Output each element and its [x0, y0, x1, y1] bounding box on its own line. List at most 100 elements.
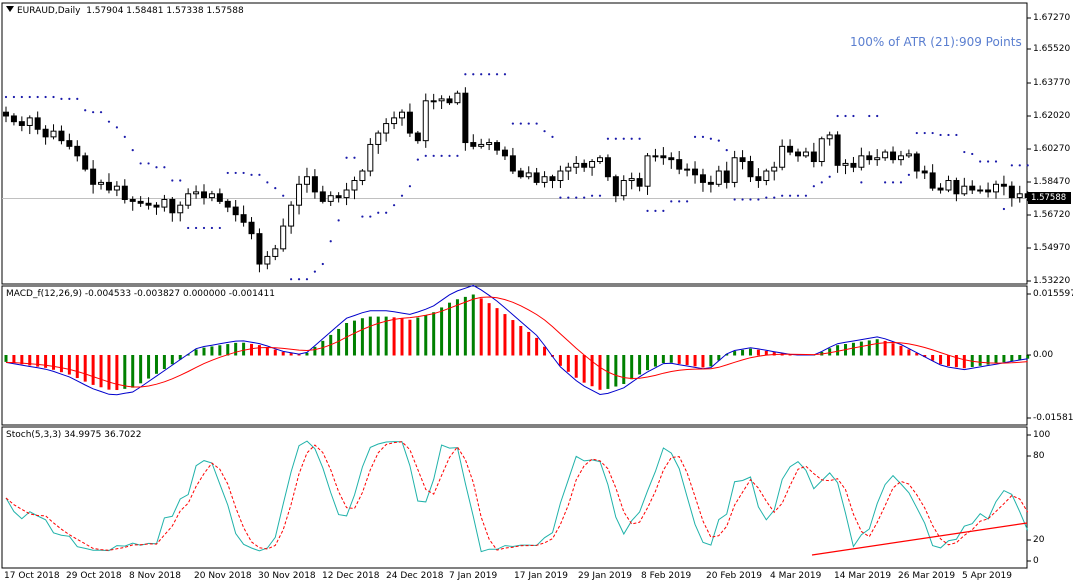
candle-body [961, 185, 968, 195]
sar-dot [630, 137, 633, 140]
sar-dot [202, 226, 206, 230]
macd-label: MACD_f(12,26,9) -0.004533 -0.003827 0.00… [6, 289, 275, 299]
sar-dot [139, 162, 142, 165]
price-tick: 1.54970 [1033, 243, 1071, 253]
candle-body [58, 130, 65, 142]
sar-dot [741, 198, 744, 201]
macd-tick: 0.00 [1033, 350, 1054, 360]
candle-body [771, 166, 778, 172]
sar-dot [884, 181, 887, 184]
sar-dot [250, 173, 253, 176]
candle-body [723, 170, 730, 183]
sar-dot [947, 133, 950, 137]
date-tick: 12 Dec 2018 [322, 571, 380, 581]
sar-dot [812, 185, 815, 188]
sar-dot [377, 211, 380, 214]
candle-body [985, 189, 992, 193]
candle-body [810, 151, 817, 163]
candle-body [676, 159, 683, 170]
sar-dot [781, 194, 784, 197]
candle-body [3, 111, 9, 117]
candle-body [391, 117, 398, 125]
candle-body [509, 155, 516, 172]
candle-body [834, 134, 841, 166]
candle-body [10, 115, 17, 123]
candle-body [628, 178, 635, 182]
candle-body [288, 204, 295, 227]
sar-dot [4, 95, 8, 99]
symbol-label: EURAUD,Daily [17, 6, 81, 16]
candle-body [652, 155, 659, 158]
candle-body [494, 142, 501, 151]
sar-dot [709, 137, 712, 140]
candle-body [280, 225, 287, 250]
sar-dot [369, 215, 372, 218]
sar-dot [543, 130, 546, 133]
stoch-tick: 80 [1033, 451, 1045, 461]
dropdown-triangle-icon[interactable] [6, 6, 14, 12]
sar-dot [876, 114, 879, 118]
sar-dot [915, 131, 918, 135]
candle-body [201, 191, 207, 199]
candle-body [121, 185, 128, 200]
date-tick: 7 Jan 2019 [449, 571, 498, 581]
sar-dot [234, 171, 237, 175]
sar-dot [1002, 207, 1006, 211]
sar-dot [353, 156, 356, 159]
candle-body [414, 132, 421, 142]
candle-body [351, 180, 358, 191]
candle-body [185, 193, 192, 206]
price-tick: 1.60270 [1033, 144, 1071, 154]
candle-body [565, 166, 572, 172]
sar-dot [765, 196, 768, 199]
sar-dot [622, 137, 625, 140]
candle-body [897, 155, 904, 161]
date-tick: 8 Nov 2018 [129, 571, 181, 581]
stoch-tick: 20 [1033, 535, 1045, 545]
candle-body [501, 149, 508, 157]
sar-dot [448, 154, 451, 157]
stoch-label: Stoch(5,3,3) 34.9975 36.7022 [6, 430, 142, 440]
candle-body [462, 92, 469, 144]
macd-tick: 0.015597 [1033, 289, 1073, 299]
candle-body [18, 121, 25, 126]
sar-dot [44, 95, 47, 99]
sar-dot [385, 211, 388, 214]
sar-dot [733, 198, 736, 201]
sar-dot [725, 149, 728, 152]
sar-dot [432, 154, 435, 157]
sar-dot [416, 158, 419, 161]
sar-dot [820, 181, 823, 184]
sar-dot [147, 162, 150, 165]
sar-dot [400, 194, 404, 197]
candle-body [311, 176, 318, 193]
sar-dot [258, 173, 261, 176]
candle-body [359, 170, 366, 182]
sar-dot [1026, 164, 1029, 167]
candle-body [612, 176, 619, 197]
candle-body [145, 202, 152, 206]
candle-body [929, 172, 936, 189]
sar-dot [464, 73, 467, 76]
sar-dot [226, 171, 229, 175]
sar-dot [321, 262, 324, 266]
price-tick: 1.58470 [1033, 177, 1071, 187]
candle-body [953, 180, 960, 195]
candle-body [795, 151, 801, 157]
candle-body [882, 151, 889, 159]
date-tick: 30 Nov 2018 [258, 571, 316, 581]
candle-body [636, 178, 643, 187]
sar-dot [218, 226, 221, 230]
candle-body [34, 117, 41, 130]
candle-body [430, 100, 437, 103]
candle-body [383, 123, 390, 134]
candle-body [454, 92, 461, 104]
candle-body [913, 153, 920, 172]
sar-dot [986, 160, 990, 163]
sar-dot [646, 209, 649, 212]
sar-dot [171, 179, 174, 182]
candle-body [905, 153, 912, 157]
date-tick: 26 Mar 2019 [898, 571, 956, 581]
candle-body [707, 181, 714, 185]
candle-body [818, 138, 825, 163]
